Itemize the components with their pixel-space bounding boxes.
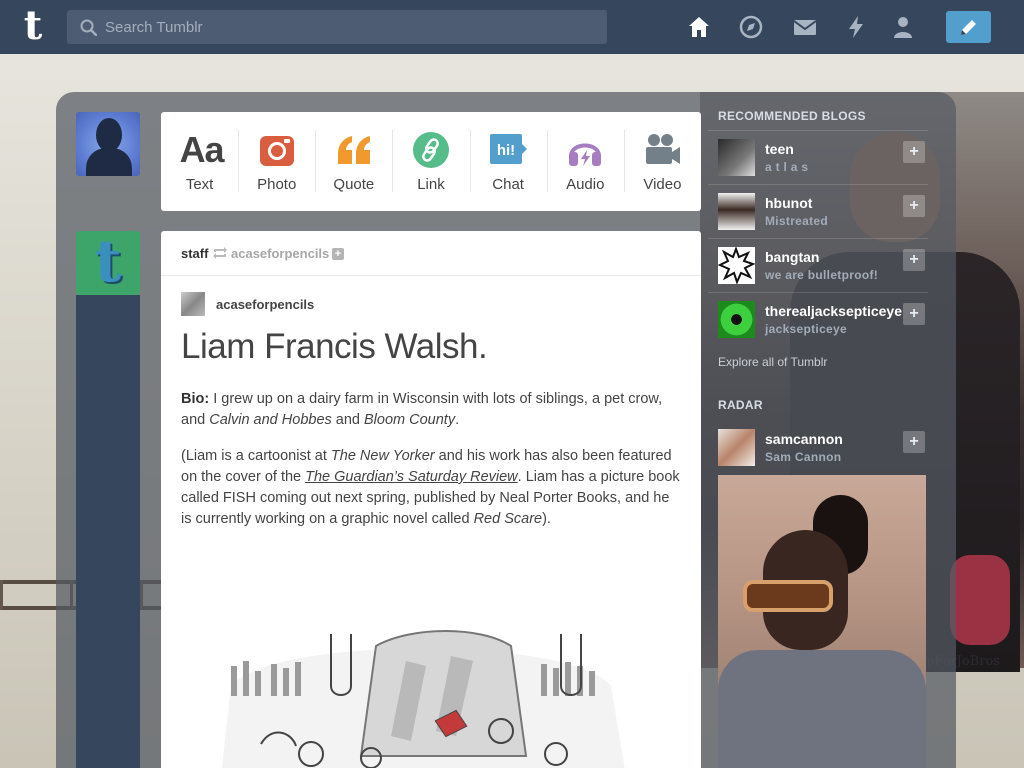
post-header: staff acaseforpencils + — [161, 231, 701, 276]
blog-avatar — [717, 246, 756, 285]
post-type-label: Quote — [333, 176, 375, 193]
explore-link[interactable]: Explore all of Tumblr — [718, 355, 827, 369]
camera-icon — [259, 136, 294, 166]
recommended-blog[interactable]: bangtan we are bulletproof! + — [708, 238, 928, 292]
blog-name[interactable]: samcannon — [765, 431, 905, 447]
blog-subtitle: jacksepticeye — [765, 322, 847, 336]
chat-icon: hi! — [490, 134, 528, 164]
recommended-blog[interactable]: hbunot Mistreated + — [708, 184, 928, 238]
post-chat-button[interactable]: hi! Chat — [469, 112, 547, 211]
blog-avatar — [718, 301, 755, 338]
source-avatar — [181, 292, 205, 316]
post-type-label: Text — [185, 176, 214, 193]
post-card: staff acaseforpencils + acaseforpencils … — [161, 231, 701, 768]
blog-subtitle: we are bulletproof! — [765, 268, 879, 282]
blog-avatar — [718, 139, 755, 176]
recommended-blog[interactable]: teen a t l a s + — [708, 130, 928, 184]
avatar-rail — [76, 295, 140, 768]
tumblr-logo[interactable]: t — [16, 6, 50, 48]
svg-text:hi!: hi! — [497, 142, 515, 159]
follow-button[interactable]: + — [903, 195, 925, 217]
explore-compass-icon[interactable] — [738, 14, 764, 40]
search-input[interactable] — [105, 10, 595, 44]
my-avatar[interactable] — [76, 112, 140, 176]
cartoon-illustration — [221, 630, 625, 768]
search-icon — [80, 19, 97, 36]
blog-avatar — [718, 429, 755, 466]
video-camera-icon — [646, 134, 681, 164]
description-paragraph: (Liam is a cartoonist at The New Yorker … — [181, 448, 680, 527]
post-type-label: Photo — [257, 176, 297, 193]
post-type-label: Chat — [492, 176, 524, 193]
reblog-icon — [213, 247, 227, 259]
recommended-blog[interactable]: therealjacksepticeye jacksepticeye + — [708, 292, 928, 346]
staff-avatar[interactable]: t — [76, 231, 140, 295]
bio-paragraph: Bio: I grew up on a dairy farm in Wiscon… — [181, 391, 663, 428]
recommended-blogs-title: RECOMMENDED BLOGS — [718, 109, 866, 123]
follow-button[interactable]: + — [903, 141, 925, 163]
blog-subtitle: Sam Cannon — [765, 450, 842, 464]
post-type-bar: Aa Text Photo Quote Link hi! Chat Audio … — [161, 112, 701, 211]
reblogged-from-link[interactable]: acaseforpencils — [231, 246, 329, 261]
post-type-label: Link — [417, 176, 445, 193]
post-type-label: Video — [643, 176, 682, 193]
activity-lightning-icon[interactable] — [843, 14, 869, 40]
blog-name[interactable]: bangtan — [765, 249, 905, 265]
headphones-icon — [569, 143, 602, 166]
radar-title: RADAR — [718, 398, 763, 412]
account-icon[interactable] — [890, 14, 916, 40]
post-type-label: Audio — [566, 176, 605, 193]
follow-button[interactable]: + — [903, 249, 925, 271]
messages-icon[interactable] — [792, 14, 818, 40]
follow-button[interactable]: + — [903, 303, 925, 325]
top-bar: t — [0, 0, 1024, 54]
pencil-icon — [961, 20, 976, 35]
follow-plus-icon[interactable]: + — [332, 248, 344, 260]
post-body: Bio: I grew up on a dairy farm in Wiscon… — [181, 389, 681, 545]
post-text-button[interactable]: Aa Text — [161, 112, 238, 211]
quote-icon — [337, 136, 370, 164]
blog-name[interactable]: hbunot — [765, 195, 905, 211]
search-box[interactable] — [67, 10, 607, 44]
post-photo-button[interactable]: Photo — [238, 112, 315, 211]
radar-post-image[interactable] — [718, 475, 926, 768]
source-blog-name[interactable]: acaseforpencils — [216, 297, 314, 312]
blog-subtitle: Mistreated — [765, 214, 829, 228]
bts-logo — [717, 246, 756, 285]
text-icon: Aa — [179, 129, 225, 170]
post-title: Liam Francis Walsh. — [181, 327, 488, 366]
blog-name[interactable]: therealjacksepticeye — [765, 303, 905, 319]
radar-blog[interactable]: samcannon Sam Cannon + — [708, 421, 928, 475]
bio-label: Bio: — [181, 391, 210, 407]
post-quote-button[interactable]: Quote — [315, 112, 392, 211]
follow-button[interactable]: + — [903, 431, 925, 453]
blog-avatar — [718, 193, 755, 230]
link-icon — [412, 132, 449, 168]
background-hand — [950, 555, 1010, 645]
post-audio-button[interactable]: Audio — [546, 112, 624, 211]
post-author-link[interactable]: staff — [181, 246, 208, 261]
post-video-button[interactable]: Video — [623, 112, 701, 211]
guardian-link[interactable]: The Guardian’s Saturday Review — [305, 469, 518, 485]
compose-button[interactable] — [946, 11, 991, 43]
blog-subtitle: a t l a s — [765, 160, 809, 174]
post-link-button[interactable]: Link — [392, 112, 469, 211]
blog-name[interactable]: teen — [765, 141, 905, 157]
home-icon[interactable] — [686, 14, 712, 40]
